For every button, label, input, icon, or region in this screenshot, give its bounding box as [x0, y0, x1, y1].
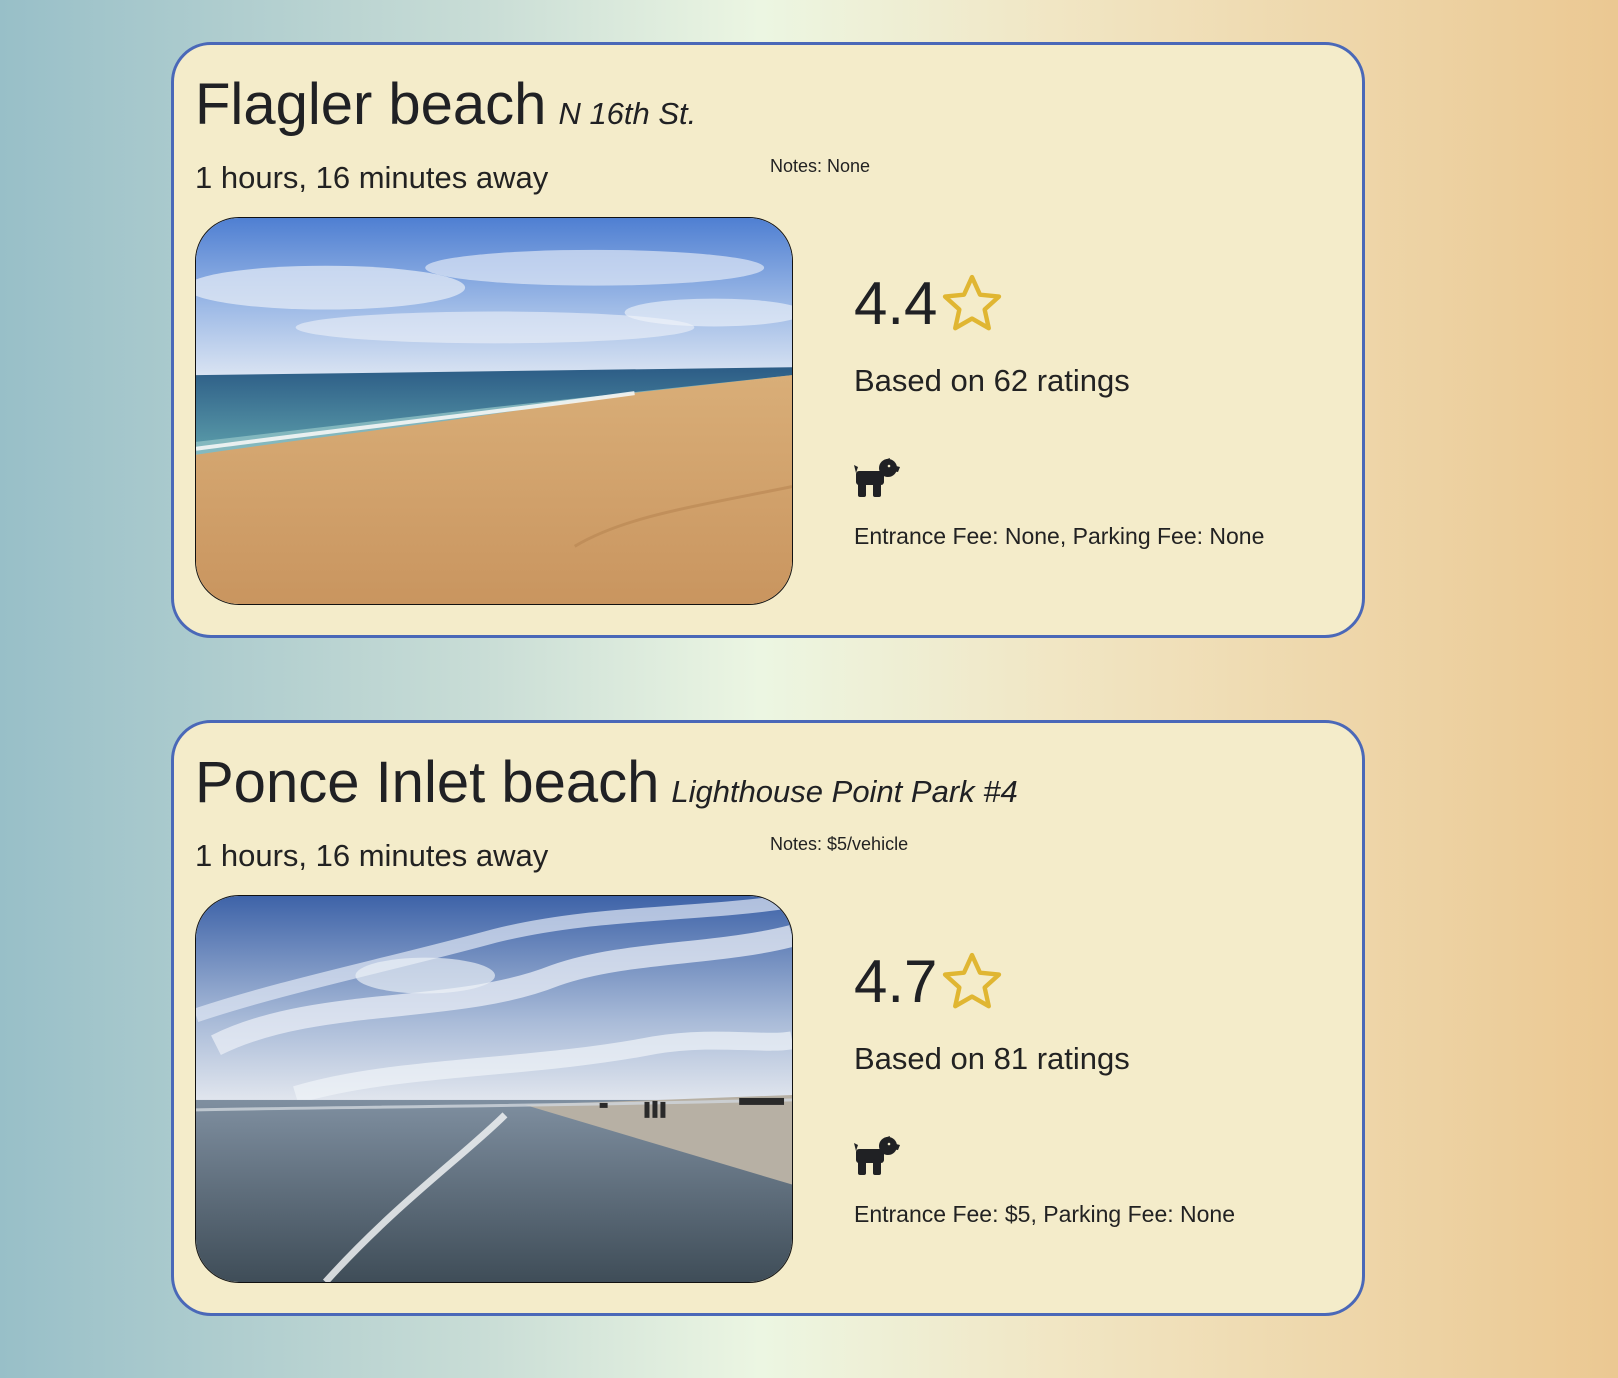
beach-card-flagler[interactable]: Flagler beach N 16th St. 1 hours, 16 minu…	[171, 42, 1365, 638]
ratings-count: Based on 81 ratings	[854, 1041, 1130, 1076]
beach-title: Flagler beach N 16th St.	[195, 71, 696, 138]
beach-photo	[195, 895, 793, 1283]
beach-title: Ponce Inlet beach Lighthouse Point Park #…	[195, 749, 1018, 816]
star-icon	[943, 274, 1002, 331]
ratings-count: Based on 62 ratings	[854, 363, 1130, 398]
fees: Entrance Fee: None, Parking Fee: None	[854, 523, 1265, 549]
beach-location: Lighthouse Point Park #4	[671, 774, 1018, 809]
dog-icon	[854, 1136, 900, 1175]
beach-notes: Notes: $5/vehicle	[770, 834, 909, 854]
travel-distance: 1 hours, 16 minutes away	[195, 838, 549, 873]
beach-photo	[195, 217, 793, 605]
travel-distance: 1 hours, 16 minutes away	[195, 160, 549, 195]
star-icon	[943, 952, 1002, 1009]
beach-name: Ponce Inlet beach	[195, 750, 660, 815]
beach-name: Flagler beach	[195, 72, 547, 137]
fees: Entrance Fee: $5, Parking Fee: None	[854, 1201, 1235, 1227]
beach-location: N 16th St.	[558, 96, 697, 131]
rating: 4.7	[854, 949, 1005, 1015]
beach-card-ponce-inlet[interactable]: Ponce Inlet beach Lighthouse Point Park #…	[171, 720, 1365, 1316]
rating-value: 4.7	[854, 948, 938, 1015]
rating: 4.4	[854, 271, 1005, 337]
beach-notes: Notes: None	[770, 156, 871, 176]
dog-icon	[854, 458, 900, 497]
rating-value: 4.4	[854, 270, 938, 337]
